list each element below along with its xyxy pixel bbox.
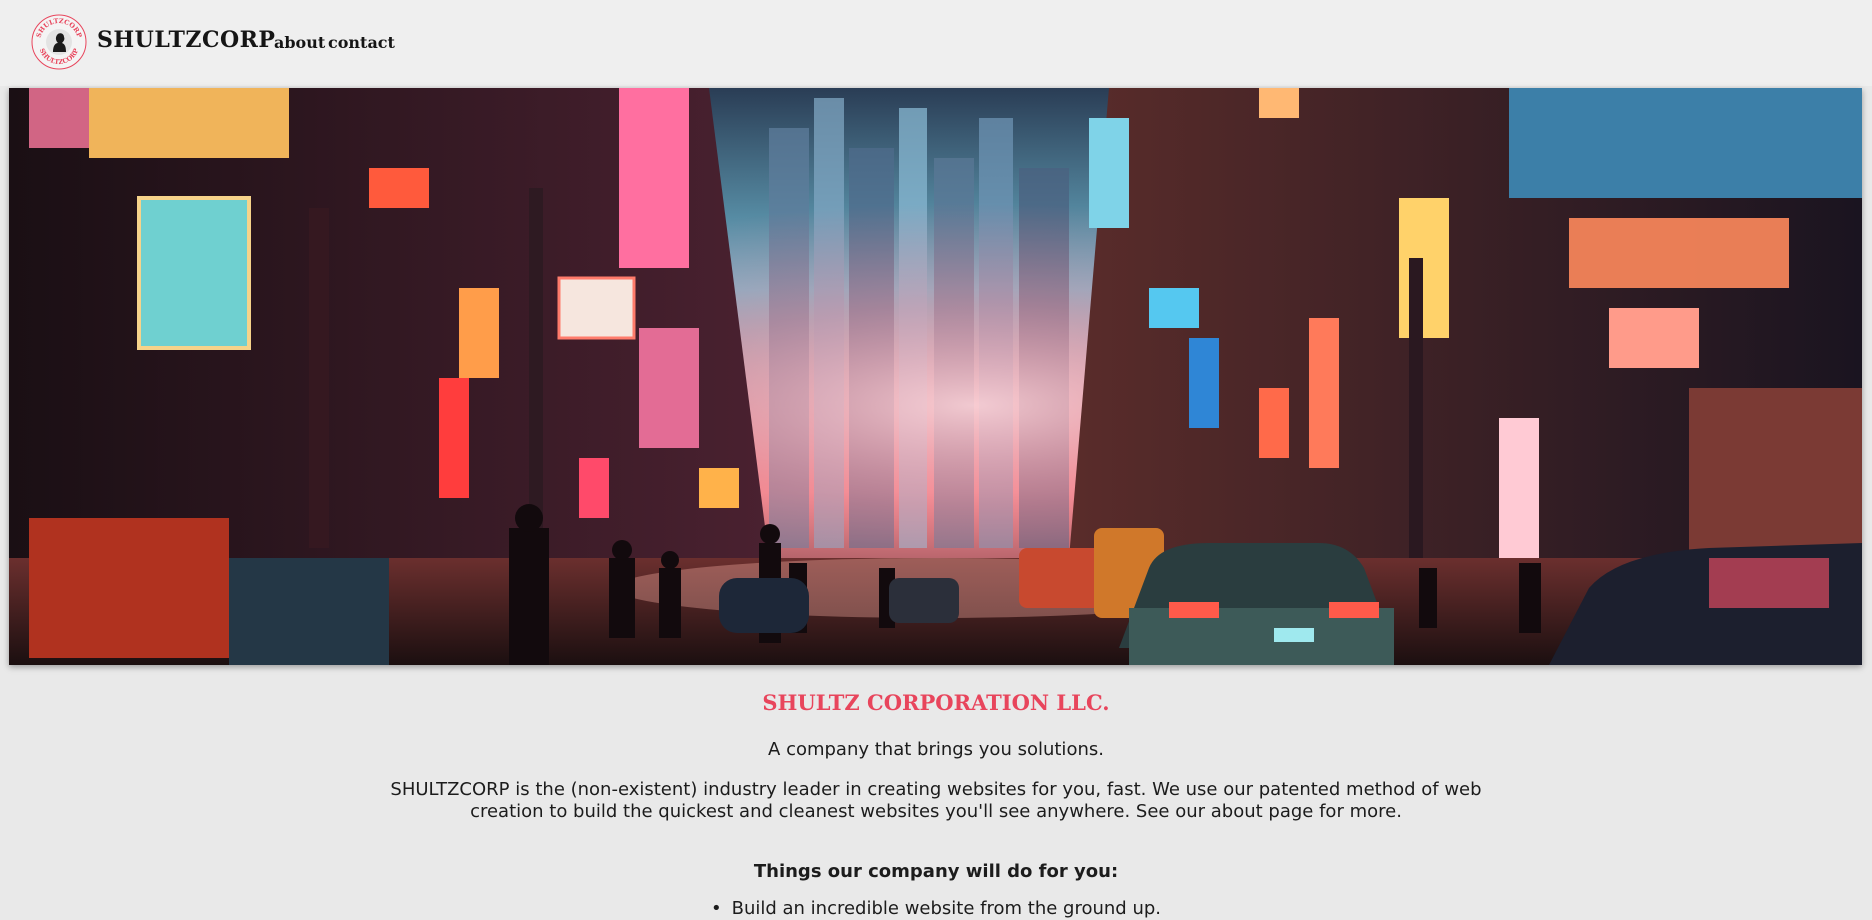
site-header: SHULTZCORP SHULTZCORP SHULTZCORP about c…: [0, 0, 1872, 86]
nav-contact-link[interactable]: contact: [328, 33, 395, 52]
list-item: Build an incredible website from the gro…: [0, 898, 1872, 920]
services-list: Build an incredible website from the gro…: [0, 898, 1872, 920]
services-heading: Things our company will do for you:: [753, 861, 1119, 882]
tagline: A company that brings you solutions.: [768, 739, 1104, 760]
shultzcorp-logo[interactable]: SHULTZCORP SHULTZCORP: [31, 14, 87, 70]
nav-about-link[interactable]: about: [274, 33, 325, 52]
company-description: SHULTZCORP is the (non-existent) industr…: [390, 779, 1482, 822]
hero-image: [9, 88, 1862, 665]
company-title: SHULTZ CORPORATION LLC.: [762, 690, 1110, 715]
brand-name[interactable]: SHULTZCORP: [97, 27, 275, 53]
